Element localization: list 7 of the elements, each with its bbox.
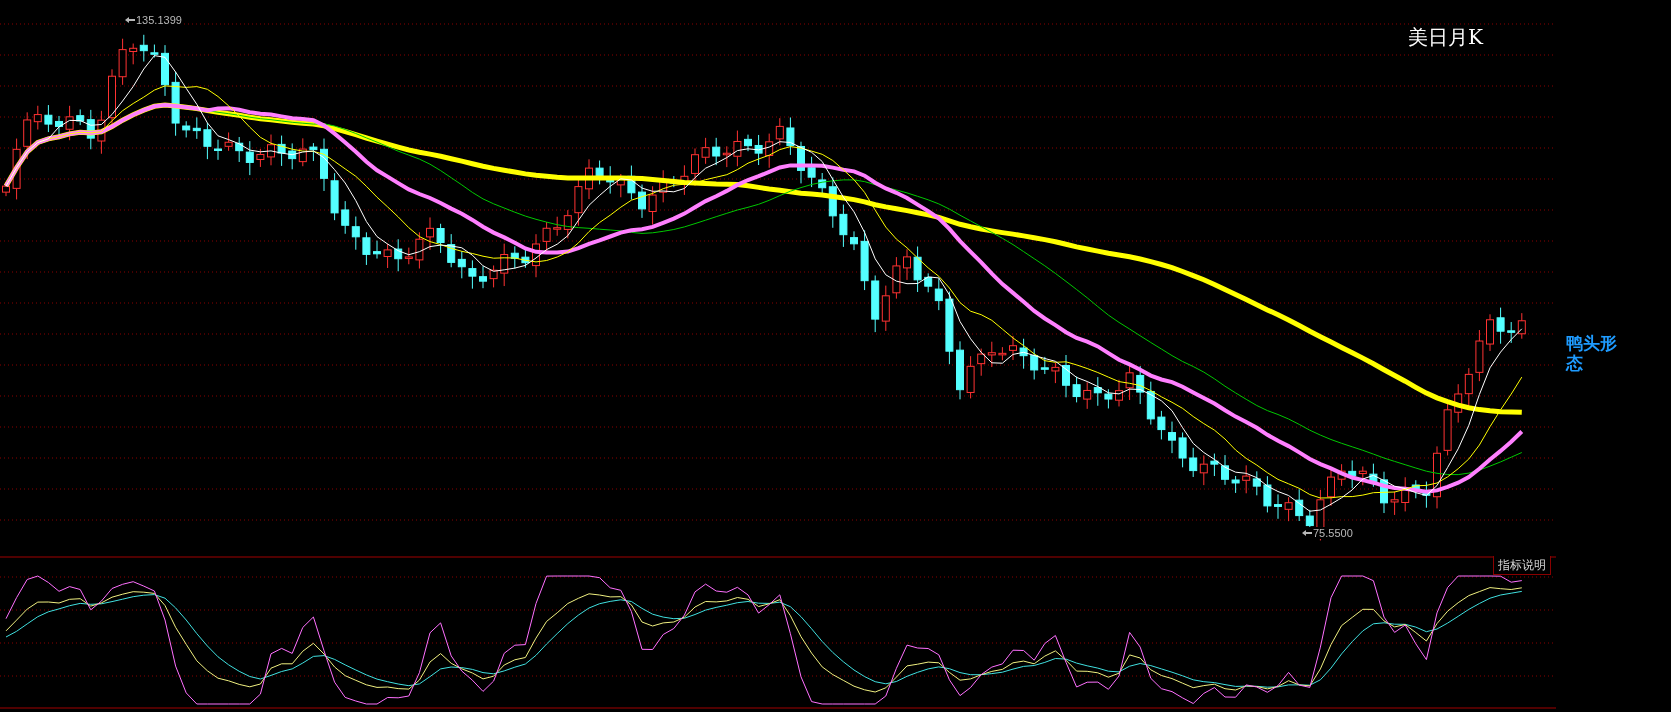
pattern-label: 鸭头形态 bbox=[1566, 334, 1618, 374]
chart-title: 美日月K bbox=[1408, 24, 1483, 51]
price-label: 135.1399 bbox=[136, 14, 182, 26]
arrow-icon bbox=[125, 17, 135, 23]
arrow-icon bbox=[1302, 530, 1312, 536]
price-label: 75.5500 bbox=[1313, 527, 1353, 539]
indicator-info-button[interactable]: 指标说明 bbox=[1493, 556, 1551, 575]
